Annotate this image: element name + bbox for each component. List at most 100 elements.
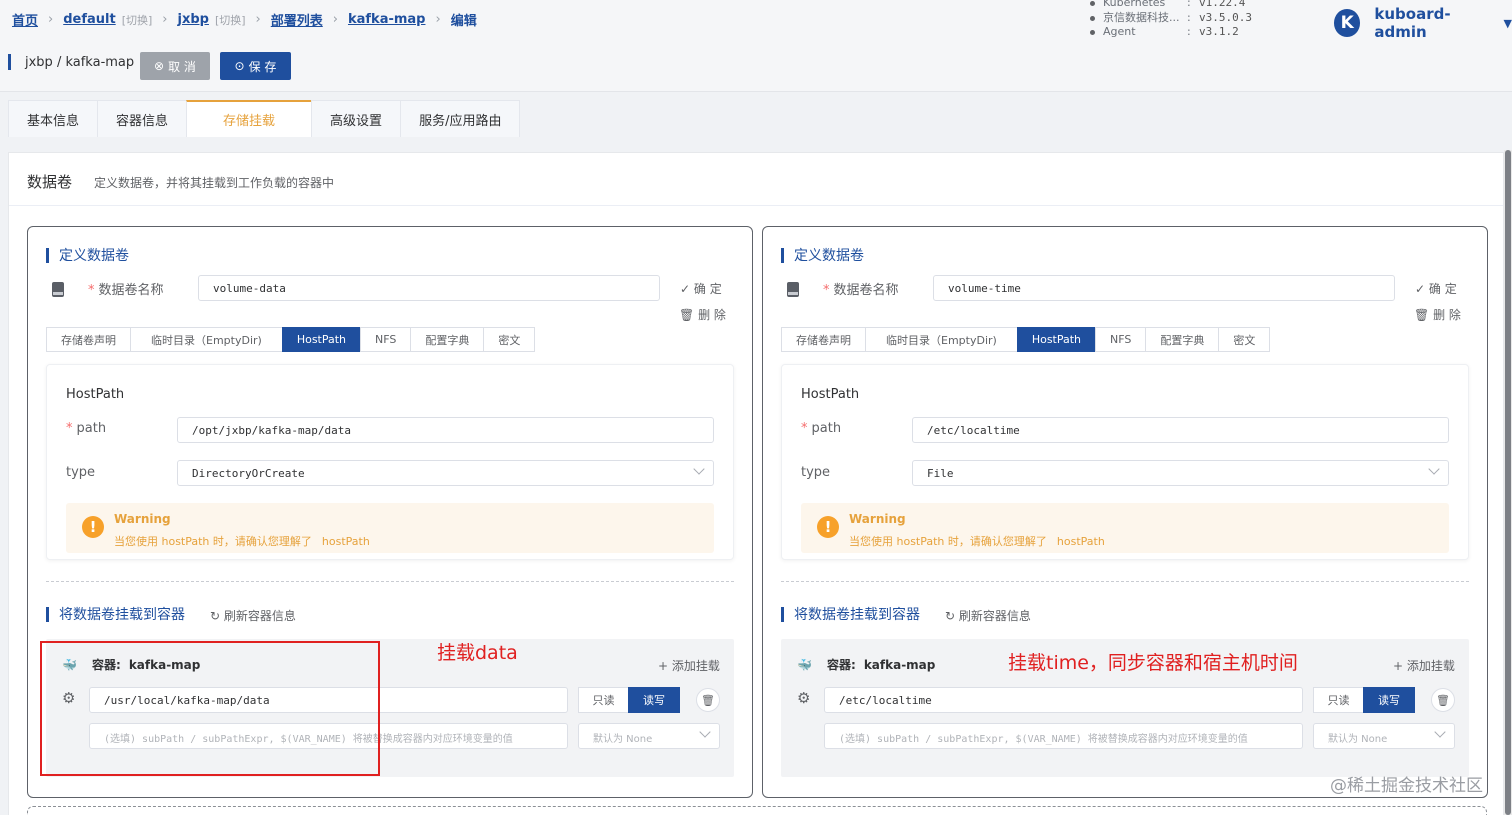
readonly-button[interactable]: 只读 [578, 687, 629, 713]
trash-icon: 🗑 [679, 308, 699, 322]
readonly-button[interactable]: 只读 [1313, 687, 1364, 713]
hostpath-title: HostPath [66, 387, 125, 402]
refresh-icon: ↻ [210, 609, 224, 623]
breadcrumb: 首页 › default [切换] › jxbp [切换] › 部署列表 › k… [12, 10, 477, 29]
confirm-button[interactable]: ✓ 确 定 [680, 280, 722, 297]
warning-icon: ! [817, 516, 839, 538]
readwrite-button[interactable]: 读写 [1363, 687, 1415, 713]
cancel-icon: ⊗ [154, 59, 165, 73]
vtype-hostpath[interactable]: HostPath [281, 327, 362, 352]
vtype-secret[interactable]: 密文 [1218, 327, 1271, 352]
warning-text: 当您使用 hostPath 时，请确认您理解了 hostPath [114, 535, 370, 548]
breadcrumb-namespace[interactable]: default [63, 12, 115, 27]
propagation-select[interactable]: 默认为 None [578, 723, 720, 749]
section-title: 数据卷 [27, 173, 73, 191]
page-title: jxbp / kafka-map [25, 54, 135, 70]
check-circle-icon: ⊙ [234, 59, 245, 73]
project-switch-link[interactable]: [切换] [215, 12, 246, 28]
namespace-switch-link[interactable]: [切换] [122, 12, 153, 28]
subpath-input[interactable]: (选填) subPath / subPathExpr, $(VAR_NAME) … [824, 723, 1303, 749]
trash-icon: 🗑 [701, 693, 715, 707]
mount-title: 将数据卷挂载到容器 [781, 604, 920, 624]
vtype-pvc[interactable]: 存储卷声明 [781, 327, 866, 352]
type-select[interactable]: File [912, 460, 1449, 486]
breadcrumb-deploy-list[interactable]: 部署列表 [271, 10, 323, 29]
cancel-button[interactable]: ⊗ 取 消 [140, 52, 210, 80]
hostpath-doc-link[interactable]: hostPath [322, 535, 370, 548]
add-mount-button[interactable]: + 添加挂载 [658, 657, 720, 674]
refresh-icon: ↻ [945, 609, 959, 623]
path-input[interactable]: /etc/localtime [912, 417, 1449, 443]
user-menu[interactable]: K kuboard-admin ▼ [1334, 5, 1512, 41]
version-row: 京信数据科技...: v3.5.0.3 [1088, 11, 1252, 26]
vtype-emptydir[interactable]: 临时目录（EmptyDir) [865, 327, 1018, 352]
vtype-hostpath[interactable]: HostPath [1016, 327, 1097, 352]
scrollbar-thumb[interactable] [1505, 150, 1511, 815]
tab-container-info[interactable]: 容器信息 [97, 100, 188, 137]
chevron-down-icon [1434, 726, 1446, 738]
section-description: 定义数据卷，并将其挂载到工作负载的容器中 [94, 176, 335, 190]
type-select[interactable]: DirectoryOrCreate [177, 460, 714, 486]
readwrite-button[interactable]: 读写 [628, 687, 680, 713]
define-volume-title: 定义数据卷 [781, 245, 864, 265]
tab-basic-info[interactable]: 基本信息 [8, 100, 99, 137]
vtype-configmap[interactable]: 配置字典 [410, 327, 485, 352]
volume-name-input[interactable]: volume-data [198, 275, 660, 301]
top-header: 首页 › default [切换] › jxbp [切换] › 部署列表 › k… [0, 0, 1512, 92]
hostpath-doc-link[interactable]: hostPath [1057, 535, 1105, 548]
tab-service-route[interactable]: 服务/应用路由 [400, 100, 521, 137]
chevron-right-icon: › [162, 12, 168, 27]
path-label: * path [66, 421, 107, 436]
delete-button[interactable]: 🗑 删 除 [679, 306, 726, 323]
hostpath-panel: HostPath * path /opt/jxbp/kafka-map/data … [46, 364, 734, 560]
confirm-button[interactable]: ✓ 确 定 [1415, 280, 1457, 297]
propagation-select[interactable]: 默认为 None [1313, 723, 1455, 749]
delete-mount-button[interactable]: 🗑 [1431, 688, 1455, 712]
chevron-down-icon [1428, 463, 1440, 475]
plus-icon: + [658, 659, 672, 673]
warning-title: Warning [114, 512, 171, 526]
warning-alert: ! Warning 当您使用 hostPath 时，请确认您理解了 hostPat… [801, 503, 1449, 553]
refresh-container-button[interactable]: ↻ 刷新容器信息 [945, 607, 1031, 624]
tab-storage-mount[interactable]: 存储挂载 [186, 100, 313, 137]
dashed-divider [46, 581, 734, 582]
define-volume-title: 定义数据卷 [46, 245, 129, 265]
chevron-right-icon: › [48, 12, 54, 27]
mount-path-input[interactable]: /etc/localtime [824, 687, 1303, 713]
version-info: Kubernetes: v1.22.4 京信数据科技...: v3.5.0.3 Ag… [1088, 0, 1252, 40]
mount-title: 将数据卷挂载到容器 [46, 604, 185, 624]
chevron-right-icon: › [255, 12, 261, 27]
vtype-configmap[interactable]: 配置字典 [1145, 327, 1220, 352]
volume-name-label: * 数据卷名称 [88, 283, 164, 298]
volume-name-input[interactable]: volume-time [933, 275, 1395, 301]
vtype-nfs[interactable]: NFS [360, 327, 412, 352]
version-row: Kubernetes: v1.22.4 [1088, 0, 1252, 11]
vtype-secret[interactable]: 密文 [483, 327, 536, 352]
scrollbar[interactable] [1504, 150, 1512, 815]
volume-name-label: * 数据卷名称 [823, 283, 899, 298]
vtype-emptydir[interactable]: 临时目录（EmptyDir) [130, 327, 283, 352]
type-label: type [801, 465, 831, 480]
refresh-container-button[interactable]: ↻ 刷新容器信息 [210, 607, 296, 624]
username[interactable]: kuboard-admin [1374, 5, 1495, 41]
breadcrumb-workload[interactable]: kafka-map [348, 12, 426, 27]
vtype-pvc[interactable]: 存储卷声明 [46, 327, 131, 352]
watermark: @稀土掘金技术社区 [1330, 776, 1483, 796]
vtype-nfs[interactable]: NFS [1095, 327, 1147, 352]
breadcrumb-home[interactable]: 首页 [12, 10, 38, 29]
chevron-right-icon: › [435, 12, 441, 27]
breadcrumb-project[interactable]: jxbp [178, 12, 209, 27]
path-input[interactable]: /opt/jxbp/kafka-map/data [177, 417, 714, 443]
hostpath-title: HostPath [801, 387, 860, 402]
version-row: Agent: v3.1.2 [1088, 25, 1252, 40]
trash-icon: 🗑 [1414, 308, 1434, 322]
save-button[interactable]: ⊙ 保 存 [220, 52, 291, 80]
annotation-left: 挂载data [437, 642, 518, 664]
add-mount-button[interactable]: + 添加挂载 [1393, 657, 1455, 674]
tab-advanced[interactable]: 高级设置 [311, 100, 402, 137]
delete-mount-button[interactable]: 🗑 [696, 688, 720, 712]
avatar: K [1334, 9, 1361, 37]
chevron-down-icon [693, 463, 705, 475]
delete-button[interactable]: 🗑 删 除 [1414, 306, 1461, 323]
caret-down-icon[interactable]: ▼ [1504, 17, 1512, 30]
